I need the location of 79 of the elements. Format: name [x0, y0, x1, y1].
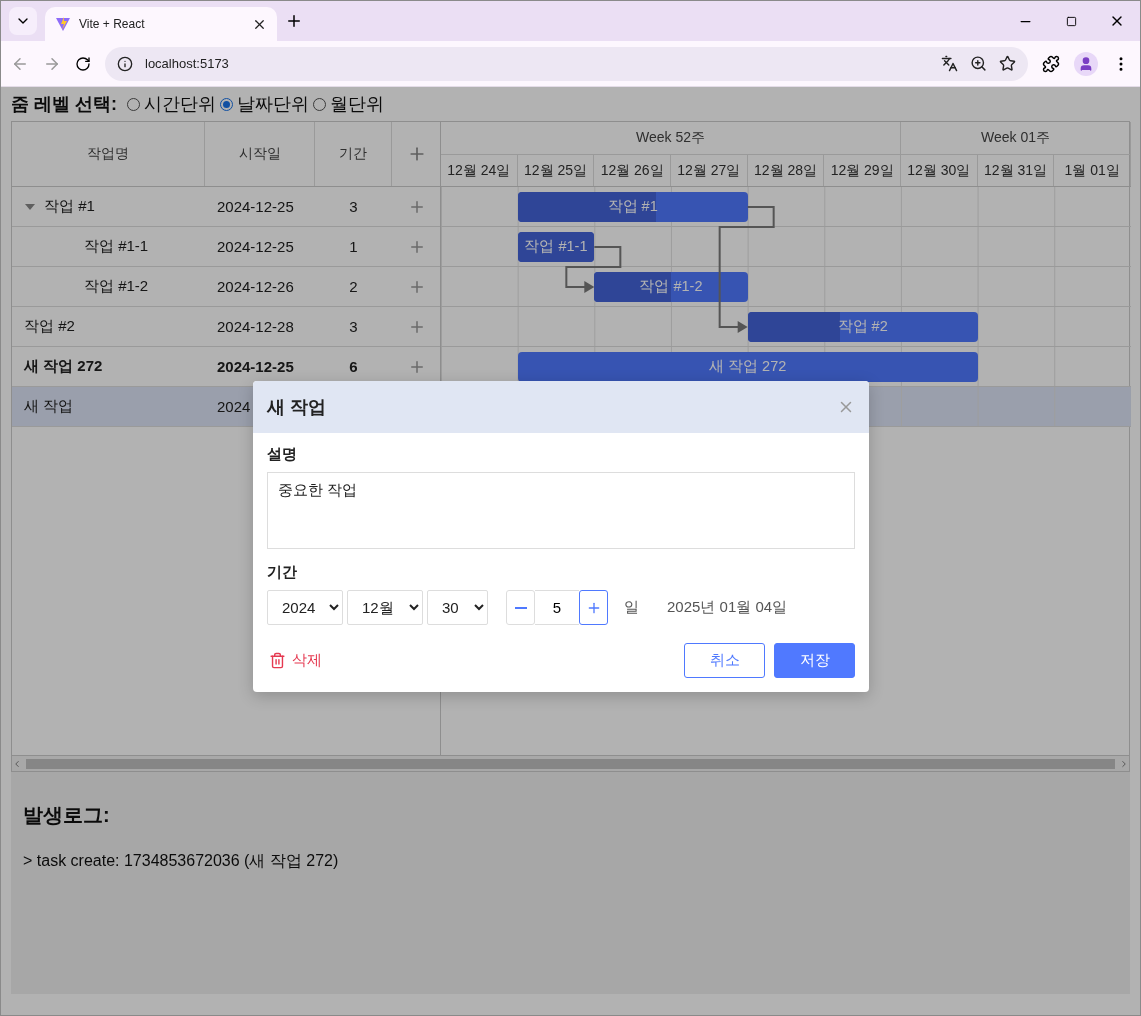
start-date: 2024-12-26 — [217, 278, 294, 295]
day-header: 12월 30일 — [901, 155, 978, 186]
start-date: 2024-12-25 — [217, 198, 294, 215]
day-header: 12월 29일 — [824, 155, 901, 186]
star-icon[interactable] — [999, 55, 1016, 72]
translate-icon[interactable] — [941, 55, 958, 72]
delete-button[interactable]: 삭제 — [267, 651, 324, 670]
task-name: 작업 #2 — [24, 317, 75, 336]
column-header: 기간 — [315, 122, 392, 186]
day-header: 12월 28일 — [747, 155, 825, 186]
horizontal-scrollbar[interactable] — [12, 755, 1129, 771]
day-header: 12월 27일 — [671, 155, 748, 186]
task-name: 작업 #1-2 — [84, 277, 149, 296]
description-field[interactable]: 중요한 작업 — [267, 472, 855, 549]
start-date: 2024 — [217, 398, 251, 415]
profile-avatar[interactable] — [1074, 51, 1098, 76]
caret-icon[interactable] — [24, 202, 36, 211]
tab-menu-button[interactable] — [9, 7, 37, 35]
save-button[interactable]: 저장 — [774, 643, 855, 678]
end-date: 2025년 01월 04일 — [667, 598, 788, 617]
zoom-level-label: 줌 레벨 선택: — [11, 93, 117, 116]
log-entry: > task create: 1734853672036 (새 작업 272) — [23, 851, 340, 871]
increment-button[interactable] — [579, 590, 608, 625]
start-date: 2024-12-28 — [217, 318, 294, 335]
days-unit: 일 — [624, 598, 639, 617]
dialog-title: 새 작업 — [267, 396, 326, 419]
decrement-button[interactable] — [506, 590, 535, 625]
zoom-icon[interactable] — [970, 55, 987, 72]
address-bar[interactable]: localhost:5173 — [105, 46, 1028, 81]
duration-cell-text: 3 — [348, 317, 359, 337]
browser-tab[interactable]: Vite + React — [45, 7, 277, 41]
description-label: 설명 — [267, 445, 298, 464]
triangle-logo-icon — [55, 16, 71, 32]
task-name: 작업 #1 — [44, 197, 95, 216]
duration-cell-text: 3 — [348, 197, 359, 217]
scroll-right-icon[interactable] — [1119, 758, 1129, 769]
cancel-button[interactable]: 취소 — [684, 643, 765, 678]
task-row[interactable]: 작업 #1-2 2024-12-26 2 — [12, 267, 440, 307]
tab-title: Vite + React — [79, 17, 146, 31]
task-bar[interactable]: 작업 #1-2 — [594, 271, 748, 302]
task-bar[interactable]: 작업 #1 — [517, 191, 748, 222]
duration-cell-text: 6 — [348, 357, 359, 377]
day-select[interactable]: 30 — [427, 590, 488, 625]
zoom-radio-option[interactable]: 월단위 — [313, 92, 384, 116]
log-title: 발생로그: — [23, 803, 111, 828]
task-row[interactable]: 작업 #1-1 2024-12-25 1 — [12, 227, 440, 267]
column-header: 시작일 — [205, 122, 315, 186]
info-icon[interactable] — [117, 55, 133, 72]
task-name: 새 작업 272 — [24, 357, 103, 376]
duration-cell-text: 1 — [348, 237, 359, 257]
new-tab-icon[interactable] — [285, 12, 303, 30]
day-header: 12월 26일 — [594, 155, 671, 186]
day-header: 1월 01일 — [1054, 155, 1131, 186]
week-header: Week 01주 — [901, 122, 1131, 154]
day-header: 12월 31일 — [977, 155, 1055, 186]
zoom-radio-option[interactable]: 시간단위 — [127, 92, 216, 116]
duration-label: 기간 — [267, 563, 298, 582]
zoom-radio-option[interactable]: 날짜단위 — [220, 92, 309, 116]
day-header: 12월 25일 — [517, 155, 595, 186]
days-field[interactable]: 5 — [535, 590, 579, 625]
minus-icon — [514, 606, 527, 609]
start-date: 2024-12-25 — [217, 358, 294, 375]
start-date: 2024-12-25 — [217, 238, 294, 255]
month-select[interactable]: 12월 — [347, 590, 423, 625]
day-header: 12월 24일 — [441, 155, 518, 186]
week-header: Week 52주 — [441, 122, 901, 154]
year-select[interactable]: 2024 — [267, 590, 343, 625]
extensions-icon[interactable] — [1042, 54, 1060, 73]
task-bar[interactable]: 작업 #1-1 — [517, 231, 595, 262]
maximize-icon[interactable] — [1065, 15, 1077, 27]
task-name: 새 작업 — [24, 397, 74, 416]
task-row[interactable]: 작업 #1 2024-12-25 3 — [12, 187, 440, 227]
task-name: 작업 #1-1 — [84, 237, 149, 256]
task-row[interactable]: 작업 #2 2024-12-28 3 — [12, 307, 440, 347]
duration-cell-text: 2 — [348, 277, 359, 297]
scroll-left-icon[interactable] — [12, 758, 22, 769]
column-header: 작업명 — [12, 122, 205, 186]
reload-icon[interactable] — [75, 55, 91, 72]
trash-icon — [269, 652, 286, 669]
